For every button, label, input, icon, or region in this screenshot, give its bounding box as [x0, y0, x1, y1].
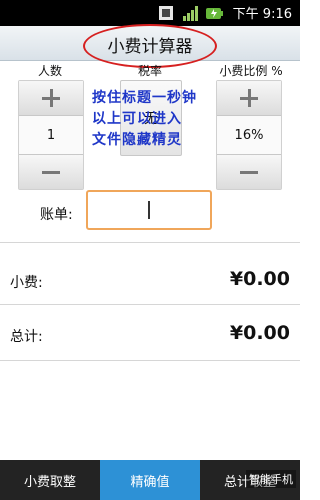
- tab-round-tip[interactable]: 小费取整: [0, 460, 100, 500]
- people-increment-button[interactable]: [19, 81, 83, 116]
- hint-overlay: 按住标题一秒钟 以上可以进入 文件隐藏精灵: [92, 88, 214, 151]
- divider: [0, 242, 300, 243]
- tip-amount: ¥0.00: [229, 268, 290, 290]
- minus-icon: [42, 163, 60, 181]
- battery-icon: [205, 7, 223, 19]
- tip-percent-label: 小费比例 %: [219, 64, 283, 78]
- time-value: 9:16: [262, 7, 292, 22]
- text-cursor: [148, 201, 150, 219]
- tip-decrement-button[interactable]: [217, 154, 281, 189]
- divider: [0, 360, 300, 361]
- divider: [0, 304, 300, 305]
- minus-icon: [240, 163, 258, 181]
- title-bar[interactable]: 小费计算器: [0, 24, 300, 68]
- watermark: 智能手机: [246, 470, 296, 488]
- tip-label: 小费:: [10, 275, 43, 291]
- people-decrement-button[interactable]: [19, 154, 83, 189]
- hint-line-2: 以上可以进入: [92, 111, 182, 127]
- hint-line-3: 文件隐藏精灵: [92, 132, 182, 148]
- tip-percent-value[interactable]: 16%: [217, 115, 281, 155]
- page-title[interactable]: 小费计算器: [0, 32, 300, 57]
- tip-percent-stepper[interactable]: 16%: [216, 80, 282, 190]
- signal-icon: [182, 5, 198, 21]
- people-label: 人数: [37, 64, 62, 78]
- status-time: 下午 9:16: [233, 3, 292, 22]
- tax-rate-label: 税率: [137, 64, 162, 78]
- sim-icon: [158, 5, 173, 20]
- total-label: 总计:: [10, 329, 43, 345]
- status-bar: 下午 9:16: [0, 0, 300, 26]
- total-amount: ¥0.00: [229, 322, 290, 344]
- bill-input[interactable]: [86, 190, 212, 230]
- plus-icon: [240, 89, 258, 107]
- people-stepper[interactable]: 1: [18, 80, 84, 190]
- status-icons: 下午 9:16: [157, 3, 292, 22]
- people-value[interactable]: 1: [19, 115, 83, 155]
- hint-line-1: 按住标题一秒钟: [92, 90, 197, 106]
- plus-icon: [42, 89, 60, 107]
- bill-label: 账单:: [40, 207, 73, 223]
- tip-increment-button[interactable]: [217, 81, 281, 116]
- tab-exact[interactable]: 精确值: [100, 460, 200, 500]
- time-prefix: 下午: [232, 7, 259, 22]
